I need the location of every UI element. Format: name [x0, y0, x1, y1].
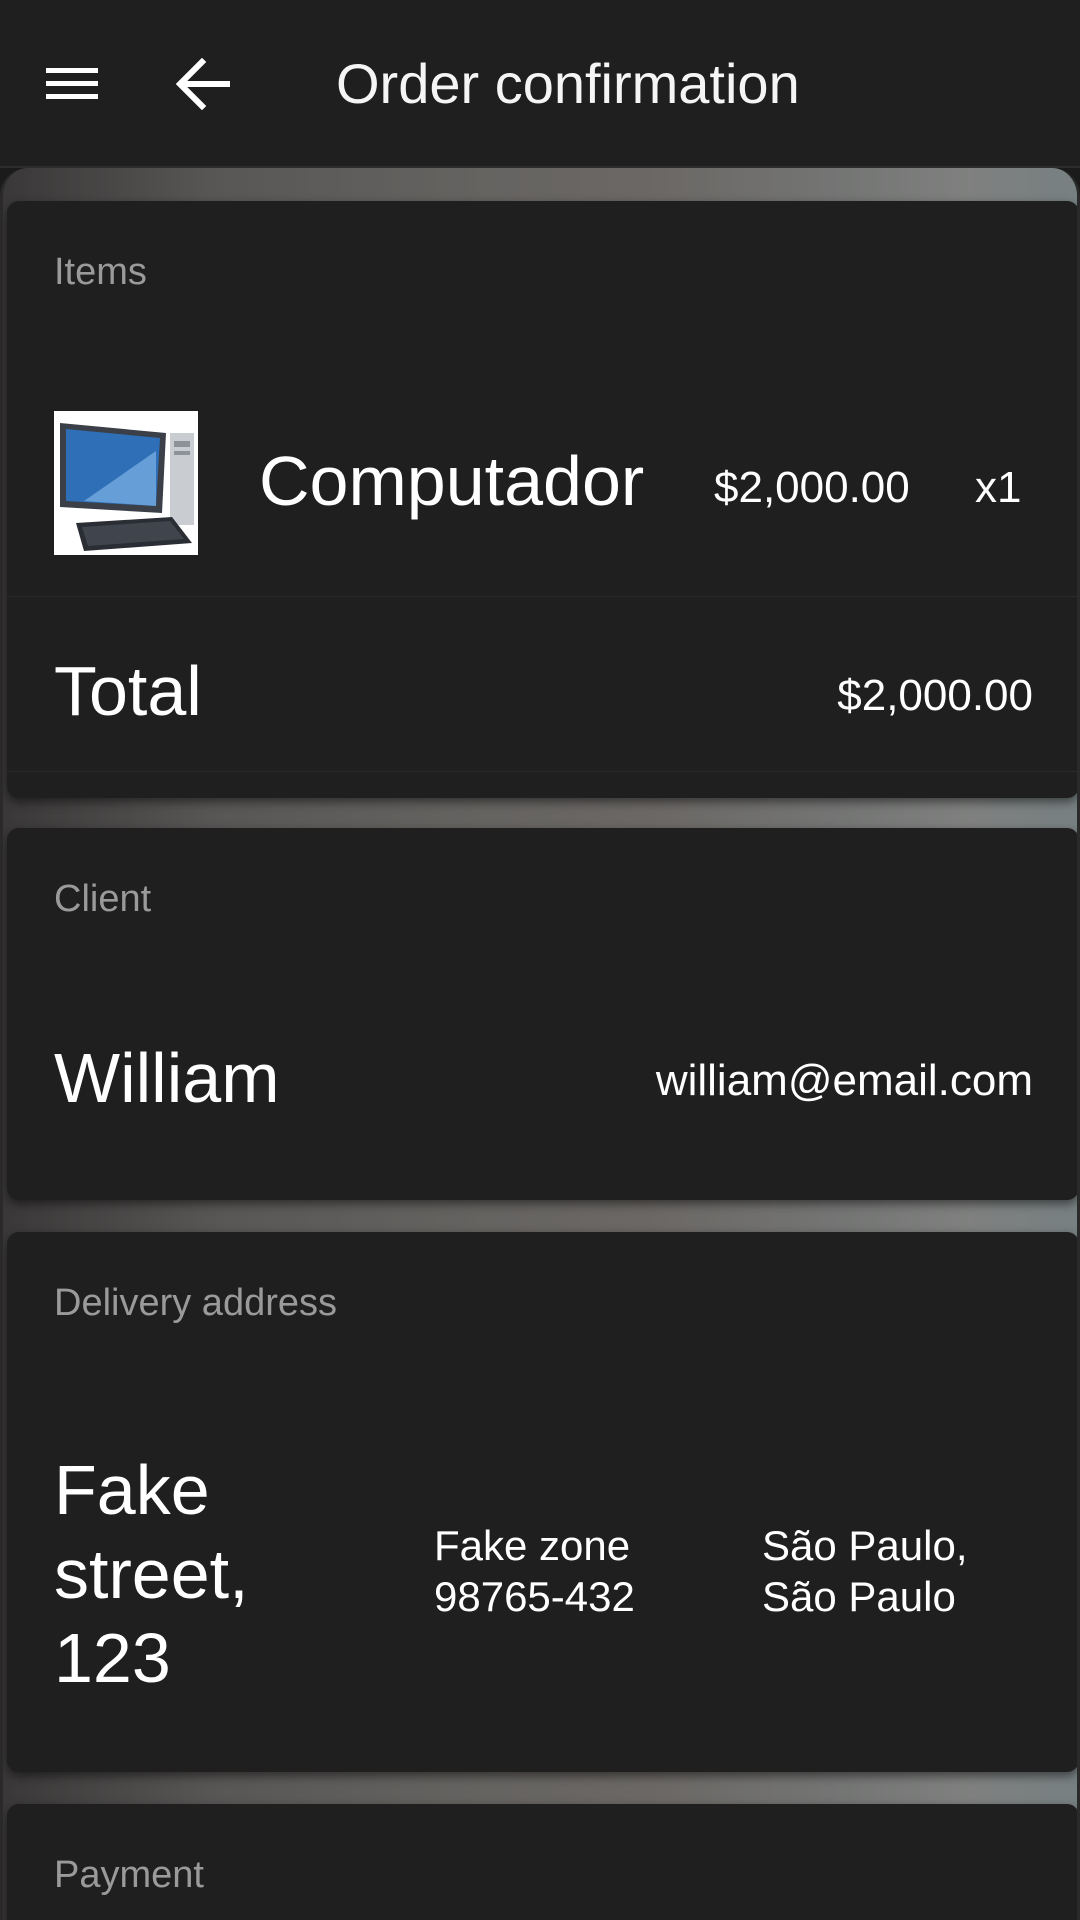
divider [7, 771, 1077, 772]
items-card: Items Computador $2,000.00 x1 Total $2,0 [7, 201, 1077, 798]
client-email: william@email.com [655, 1056, 1033, 1105]
client-name: William [54, 1039, 280, 1117]
product-price: $2,000.00 [714, 463, 910, 512]
menu-icon [46, 68, 98, 99]
divider [7, 596, 1077, 597]
address-city: São Paulo, São Paulo [762, 1522, 968, 1620]
payment-section-label: Payment [54, 1854, 204, 1896]
menu-button[interactable] [26, 44, 118, 124]
client-card: Client William william@email.com [7, 828, 1077, 1200]
computer-thumbnail [54, 411, 198, 555]
items-section-label: Items [54, 251, 147, 293]
address-street: Fake street, 123 [54, 1451, 249, 1697]
delivery-section-label: Delivery address [54, 1282, 337, 1324]
product-name: Computador [259, 442, 645, 520]
back-button[interactable] [158, 44, 250, 124]
content-area[interactable]: Items Computador $2,000.00 x1 Total $2,0 [0, 168, 1080, 1920]
product-quantity: x1 [975, 463, 1022, 512]
address-zone: Fake zone 98765-432 [434, 1522, 635, 1620]
page-title: Order confirmation [336, 52, 800, 115]
total-label: Total [54, 652, 202, 730]
total-value: $2,000.00 [837, 671, 1033, 720]
arrow-back-icon [176, 58, 230, 110]
app-bar: Order confirmation [0, 0, 1080, 168]
payment-card: Payment [7, 1804, 1077, 1920]
delivery-address-card: Delivery address Fake street, 123 Fake z… [7, 1232, 1077, 1772]
client-section-label: Client [54, 878, 152, 920]
